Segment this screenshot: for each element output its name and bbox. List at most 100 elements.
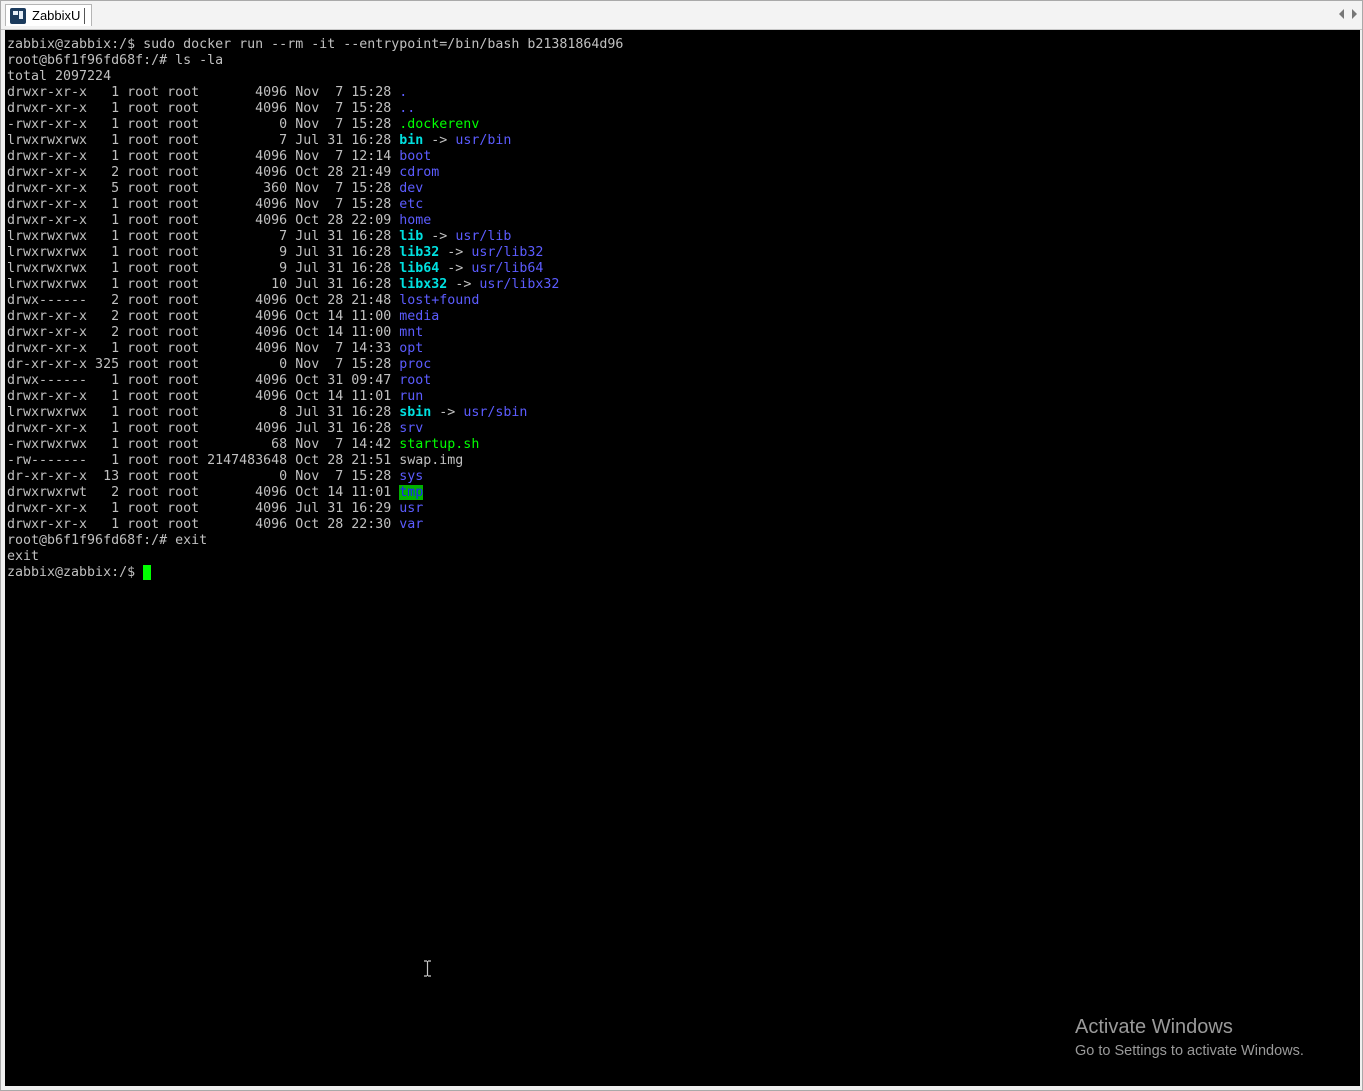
terminal-text: drwxr-xr-x 2 root root 4096 Oct 14 11:00 (7, 325, 400, 340)
terminal-line: exit (7, 549, 623, 565)
terminal-line: drwxr-xr-x 1 root root 4096 Nov 7 15:28 … (7, 101, 623, 117)
terminal-text: -rw------- 1 root root 2147483648 Oct 28… (7, 453, 464, 468)
terminal-text: total 2097224 (7, 69, 112, 84)
terminal-line: drwxr-xr-x 1 root root 4096 Oct 28 22:09… (7, 213, 623, 229)
terminal-text: usr (399, 501, 424, 516)
terminal-text: lrwxrwxrwx 1 root root 9 Jul 31 16:28 (7, 245, 400, 260)
terminal-text: root (399, 373, 432, 388)
terminal-text: lost+found (399, 293, 480, 308)
terminal-text: drwxr-xr-x 1 root root 4096 Nov 7 15:28 (7, 197, 400, 212)
terminal-text: boot (399, 149, 432, 164)
terminal-text: drwxr-xr-x 1 root root 4096 Nov 7 14:33 (7, 341, 400, 356)
chevron-right-icon[interactable] (1352, 9, 1357, 19)
terminal-text: drwxr-xr-x 2 root root 4096 Oct 28 21:49 (7, 165, 400, 180)
tab-label: ZabbixU (32, 8, 81, 23)
terminal-text: drwxr-xr-x 1 root root 4096 Jul 31 16:28 (7, 421, 400, 436)
terminal-area[interactable]: zabbix@zabbix:/$ sudo docker run --rm -i… (5, 30, 1360, 1086)
terminal-text: root@b6f1f96fd68f:/# ls -la (7, 53, 224, 68)
terminal-line: drwxr-xr-x 1 root root 4096 Nov 7 14:33 … (7, 341, 623, 357)
terminal-text: lrwxrwxrwx 1 root root 7 Jul 31 16:28 (7, 229, 400, 244)
terminal-line: zabbix@zabbix:/$ (7, 565, 623, 581)
terminal-text: -> (447, 277, 480, 292)
terminal-text: sys (399, 469, 424, 484)
terminal-line: zabbix@zabbix:/$ sudo docker run --rm -i… (7, 37, 623, 53)
terminal-line: drwxr-xr-x 2 root root 4096 Oct 14 11:00… (7, 309, 623, 325)
terminal-text: zabbix@zabbix:/$ sudo docker run --rm -i… (7, 37, 624, 52)
terminal-line: drwxr-xr-x 1 root root 4096 Nov 7 15:28 … (7, 85, 623, 101)
activation-watermark: Activate Windows Go to Settings to activ… (1075, 1015, 1304, 1061)
terminal-text: sbin (399, 405, 432, 420)
terminal-line: lrwxrwxrwx 1 root root 8 Jul 31 16:28 sb… (7, 405, 623, 421)
terminal-text: -rwxr-xr-x 1 root root 0 Nov 7 15:28 (7, 117, 400, 132)
terminal-text: lib64 (399, 261, 440, 276)
terminal-line: total 2097224 (7, 69, 623, 85)
terminal-line: drwxr-xr-x 1 root root 4096 Jul 31 16:28… (7, 421, 623, 437)
terminal-text: drwxr-xr-x 1 root root 4096 Nov 7 15:28 (7, 85, 400, 100)
terminal-text: srv (399, 421, 424, 436)
terminal-line: lrwxrwxrwx 1 root root 9 Jul 31 16:28 li… (7, 245, 623, 261)
terminal-line: drwxr-xr-x 1 root root 4096 Jul 31 16:29… (7, 501, 623, 517)
terminal-text: lrwxrwxrwx 1 root root 9 Jul 31 16:28 (7, 261, 400, 276)
terminal-text: lrwxrwxrwx 1 root root 7 Jul 31 16:28 (7, 133, 400, 148)
terminal-text: lib (399, 229, 424, 244)
terminal-text: .. (399, 101, 416, 116)
terminal-text: drwx------ 1 root root 4096 Oct 31 09:47 (7, 373, 400, 388)
terminal-line: dr-xr-xr-x 13 root root 0 Nov 7 15:28 sy… (7, 469, 623, 485)
chevron-left-icon[interactable] (1339, 9, 1344, 19)
terminal-text: drwxr-xr-x 2 root root 4096 Oct 14 11:00 (7, 309, 400, 324)
terminal-line: drwxr-xr-x 1 root root 4096 Oct 14 11:01… (7, 389, 623, 405)
terminal-text: -> (431, 405, 464, 420)
terminal-text: .dockerenv (399, 117, 480, 132)
terminal-text: usr/bin (455, 133, 512, 148)
terminal-text: startup.sh (399, 437, 480, 452)
terminal-text: drwxr-xr-x 1 root root 4096 Nov 7 12:14 (7, 149, 400, 164)
terminal-line: drwxr-xr-x 5 root root 360 Nov 7 15:28 d… (7, 181, 623, 197)
terminal-text: dr-xr-xr-x 325 root root 0 Nov 7 15:28 (7, 357, 400, 372)
terminal-text: tmp (399, 485, 424, 500)
terminal-text: drwxr-xr-x 1 root root 4096 Oct 14 11:01 (7, 389, 400, 404)
terminal-text: home (399, 213, 432, 228)
terminal-line: drwxr-xr-x 1 root root 4096 Oct 28 22:30… (7, 517, 623, 533)
terminal-line: root@b6f1f96fd68f:/# ls -la (7, 53, 623, 69)
terminal-text: usr/libx32 (479, 277, 560, 292)
terminal-text: drwxr-xr-x 1 root root 4096 Nov 7 15:28 (7, 101, 400, 116)
terminal-text: drwxr-xr-x 1 root root 4096 Oct 28 22:09 (7, 213, 400, 228)
terminal-text: var (399, 517, 424, 532)
terminal-text: usr/sbin (463, 405, 528, 420)
terminal-text: bin (399, 133, 424, 148)
terminal-line: root@b6f1f96fd68f:/# exit (7, 533, 623, 549)
terminal-app-icon (10, 7, 26, 24)
terminal-text: drwx------ 2 root root 4096 Oct 28 21:48 (7, 293, 400, 308)
terminal-output: zabbix@zabbix:/$ sudo docker run --rm -i… (7, 37, 623, 581)
terminal-text: -rwxrwxrwx 1 root root 68 Nov 7 14:42 (7, 437, 400, 452)
terminal-text: usr/lib64 (471, 261, 544, 276)
terminal-line: lrwxrwxrwx 1 root root 10 Jul 31 16:28 l… (7, 277, 623, 293)
tab-zabbixu[interactable]: ZabbixU (5, 4, 93, 26)
terminal-text: usr/lib32 (471, 245, 544, 260)
terminal-text: cdrom (399, 165, 440, 180)
terminal-window: ZabbixU zabbix@zabbix:/$ sudo docker run… (0, 0, 1363, 1091)
terminal-text: drwxr-xr-x 5 root root 360 Nov 7 15:28 (7, 181, 400, 196)
terminal-cursor (143, 565, 152, 580)
ibeam-cursor-icon (424, 960, 431, 977)
terminal-text: drwxrwxrwt 2 root root 4096 Oct 14 11:01 (7, 485, 400, 500)
terminal-text: lrwxrwxrwx 1 root root 8 Jul 31 16:28 (7, 405, 400, 420)
terminal-text: drwxr-xr-x 1 root root 4096 Jul 31 16:29 (7, 501, 400, 516)
terminal-text: -> (423, 133, 456, 148)
terminal-text: . (399, 85, 408, 100)
terminal-text: libx32 (399, 277, 448, 292)
terminal-line: lrwxrwxrwx 1 root root 7 Jul 31 16:28 li… (7, 229, 623, 245)
terminal-text: lib32 (399, 245, 440, 260)
terminal-text: zabbix@zabbix:/$ (7, 565, 144, 580)
terminal-line: drwxrwxrwt 2 root root 4096 Oct 14 11:01… (7, 485, 623, 501)
terminal-line: lrwxrwxrwx 1 root root 7 Jul 31 16:28 bi… (7, 133, 623, 149)
terminal-text: -> (423, 229, 456, 244)
terminal-line: drwxr-xr-x 2 root root 4096 Oct 28 21:49… (7, 165, 623, 181)
terminal-text: proc (399, 357, 432, 372)
terminal-line: dr-xr-xr-x 325 root root 0 Nov 7 15:28 p… (7, 357, 623, 373)
terminal-line: drwxr-xr-x 2 root root 4096 Oct 14 11:00… (7, 325, 623, 341)
terminal-line: -rw------- 1 root root 2147483648 Oct 28… (7, 453, 623, 469)
terminal-text: run (399, 389, 424, 404)
terminal-text: opt (399, 341, 424, 356)
terminal-text: lrwxrwxrwx 1 root root 10 Jul 31 16:28 (7, 277, 400, 292)
